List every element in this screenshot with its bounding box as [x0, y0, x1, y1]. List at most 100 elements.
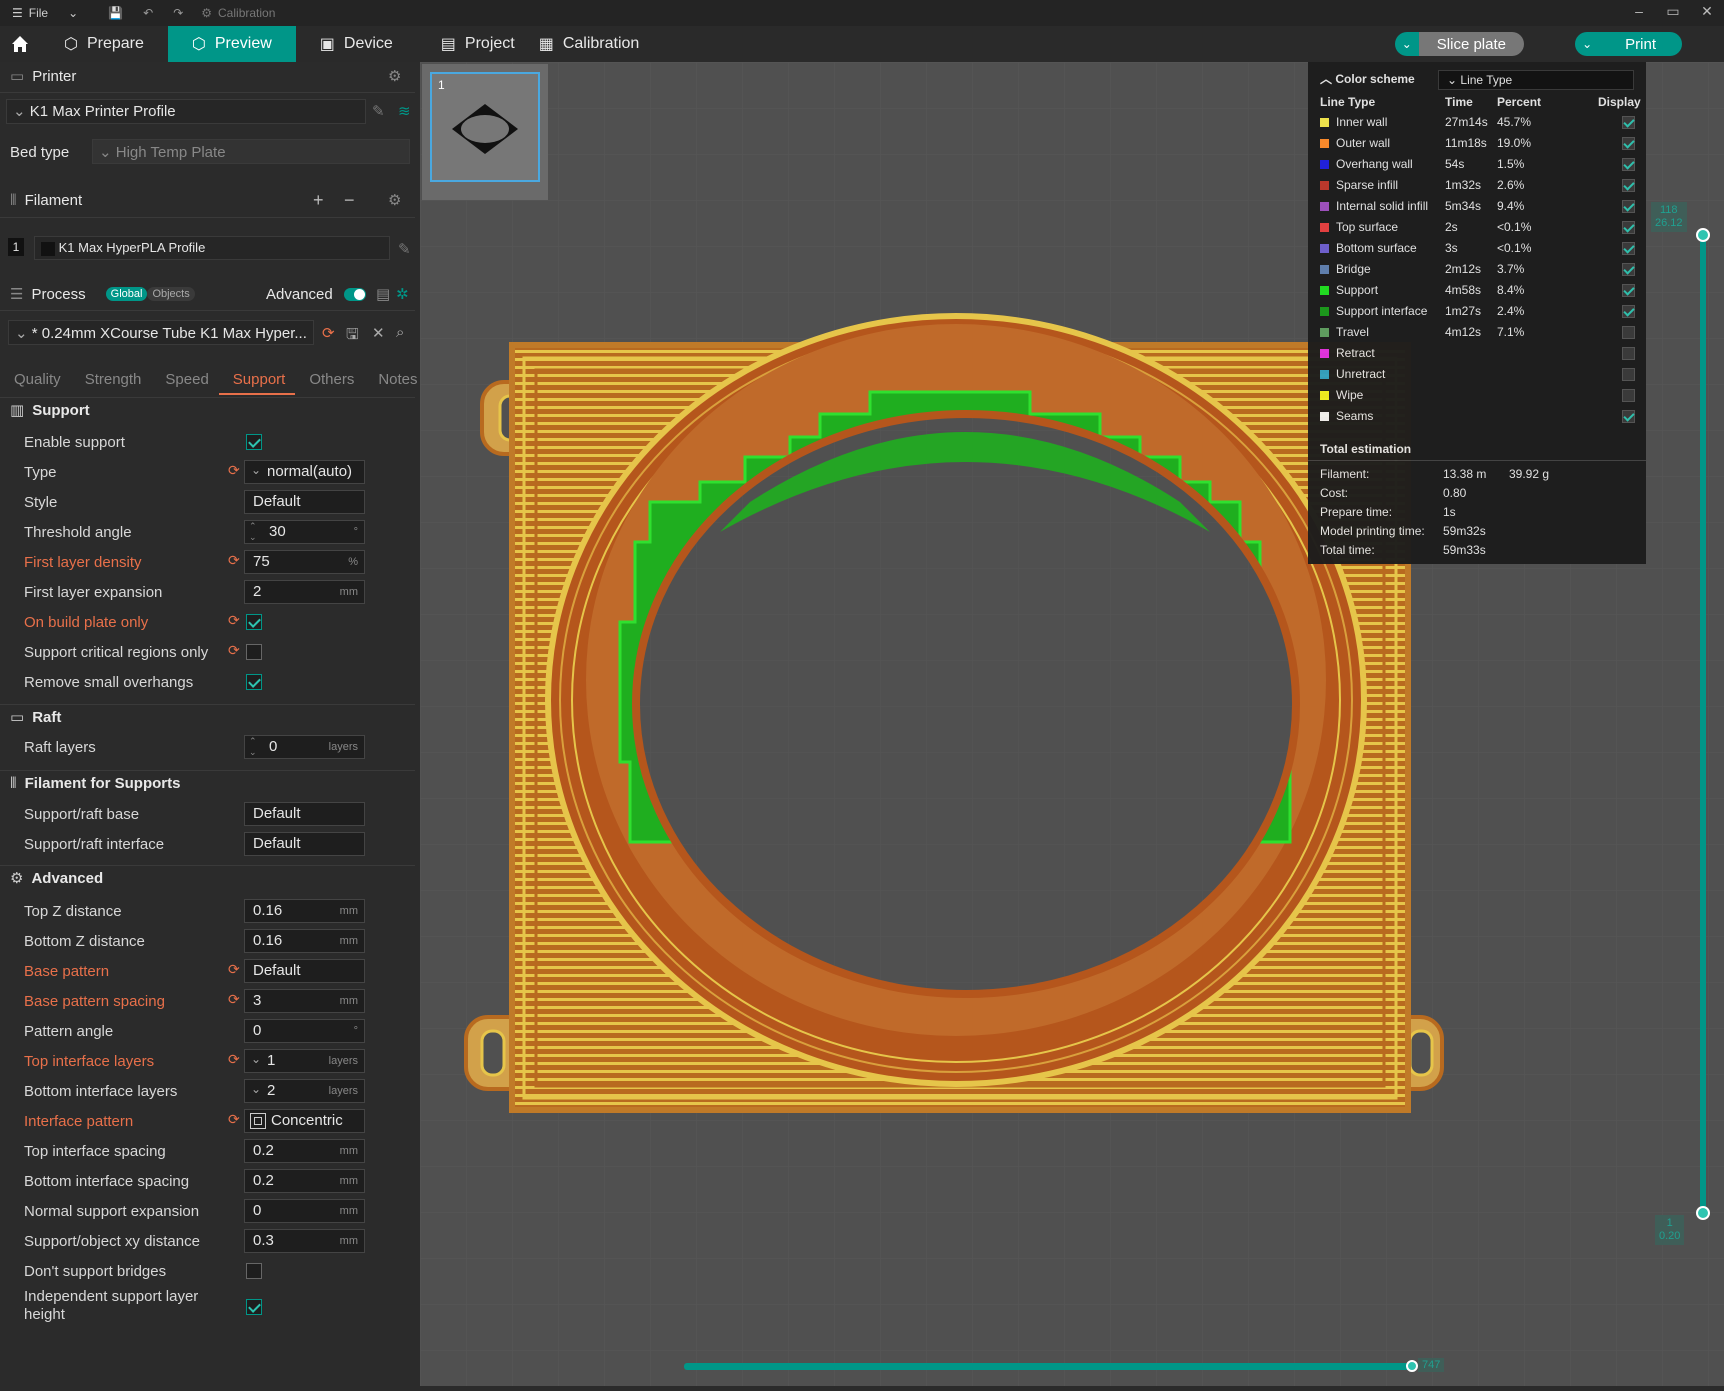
- add-filament-button[interactable]: +: [313, 190, 324, 211]
- wifi-icon[interactable]: ≋: [398, 102, 411, 120]
- slice-plate-button[interactable]: Slice plate: [1418, 32, 1524, 56]
- advanced-toggle[interactable]: [344, 288, 366, 301]
- threshold-angle-input[interactable]: ⌃ ⌄ 30 °: [244, 520, 365, 544]
- compare-icon[interactable]: ▤: [376, 285, 390, 303]
- display-checkbox[interactable]: [1622, 200, 1635, 213]
- xy-distance-input[interactable]: 0.3 mm: [244, 1229, 365, 1253]
- style-select[interactable]: Default: [244, 490, 365, 514]
- display-checkbox[interactable]: [1622, 347, 1635, 360]
- reset-icon[interactable]: ⟳: [228, 1111, 240, 1128]
- print-dropdown-arrow[interactable]: ⌄: [1575, 32, 1600, 56]
- tab-project[interactable]: ▤ Project: [417, 26, 539, 62]
- independent-layer-height-checkbox[interactable]: [246, 1299, 262, 1315]
- bed-type-select[interactable]: ⌄ High Temp Plate: [92, 139, 410, 164]
- display-checkbox[interactable]: [1622, 326, 1635, 339]
- reset-icon[interactable]: ⟳: [228, 1051, 240, 1068]
- file-menu[interactable]: ☰ File ⌄: [12, 6, 78, 20]
- display-checkbox[interactable]: [1622, 305, 1635, 318]
- undo-icon[interactable]: ↶: [143, 6, 153, 20]
- tab-prepare[interactable]: ⬡ Prepare: [40, 26, 168, 62]
- reset-icon[interactable]: ⟳: [228, 552, 240, 569]
- move-slider-handle[interactable]: [1406, 1360, 1418, 1372]
- reset-icon[interactable]: ⟳: [228, 642, 240, 659]
- reset-icon[interactable]: ⟳: [322, 324, 335, 342]
- color-scheme-select[interactable]: ⌄ Line Type: [1438, 70, 1634, 90]
- maximize-button[interactable]: ▭: [1656, 0, 1690, 26]
- display-checkbox[interactable]: [1622, 410, 1635, 423]
- tab-preview[interactable]: ⬡ Preview: [167, 26, 296, 62]
- enable-support-checkbox[interactable]: [246, 434, 262, 450]
- slice-dropdown-arrow[interactable]: ⌄: [1394, 32, 1419, 56]
- filament-profile-combo[interactable]: K1 Max HyperPLA Profile: [34, 236, 390, 260]
- legend-header[interactable]: ︿ Color scheme: [1320, 70, 1415, 87]
- base-pattern-spacing-input[interactable]: 3 mm: [244, 989, 365, 1013]
- search-icon[interactable]: ⌕: [396, 324, 404, 341]
- layer-slider[interactable]: [1700, 230, 1706, 1215]
- layer-slider-top-handle[interactable]: [1696, 228, 1710, 242]
- support-base-select[interactable]: Default: [244, 802, 365, 826]
- on-build-plate-checkbox[interactable]: [246, 614, 262, 630]
- minimize-button[interactable]: –: [1622, 0, 1656, 26]
- process-profile-combo[interactable]: ⌄ * 0.24mm XCourse Tube K1 Max Hyper...: [8, 320, 314, 345]
- reset-icon[interactable]: ⟳: [228, 991, 240, 1008]
- type-select[interactable]: ⌄ normal(auto): [244, 460, 365, 484]
- edit-icon[interactable]: ✎: [372, 102, 385, 120]
- home-button[interactable]: [0, 26, 40, 62]
- move-slider[interactable]: [684, 1360, 1418, 1372]
- display-checkbox[interactable]: [1622, 368, 1635, 381]
- bottom-z-distance-input[interactable]: 0.16 mm: [244, 929, 365, 953]
- display-checkbox[interactable]: [1622, 158, 1635, 171]
- display-checkbox[interactable]: [1622, 179, 1635, 192]
- pattern-angle-input[interactable]: 0 °: [244, 1019, 365, 1043]
- display-checkbox[interactable]: [1622, 242, 1635, 255]
- dont-support-bridges-checkbox[interactable]: [246, 1263, 262, 1279]
- display-checkbox[interactable]: [1622, 221, 1635, 234]
- support-interface-select[interactable]: Default: [244, 832, 365, 856]
- display-checkbox[interactable]: [1622, 284, 1635, 297]
- tab-others[interactable]: Others: [295, 365, 364, 395]
- base-pattern-select[interactable]: Default: [244, 959, 365, 983]
- tab-quality[interactable]: Quality: [0, 365, 71, 395]
- reset-icon[interactable]: ⟳: [228, 961, 240, 978]
- tab-support[interactable]: Support: [218, 365, 296, 395]
- critical-only-checkbox[interactable]: [246, 644, 262, 660]
- top-interface-spacing-input[interactable]: 0.2 mm: [244, 1139, 365, 1163]
- display-checkbox[interactable]: [1622, 137, 1635, 150]
- close-window-button[interactable]: ✕: [1690, 0, 1724, 26]
- gear-icon[interactable]: ⚙: [388, 67, 401, 85]
- first-layer-expansion-input[interactable]: 2 mm: [244, 580, 365, 604]
- layer-slider-bottom-handle[interactable]: [1696, 1206, 1710, 1220]
- close-icon[interactable]: ✕: [372, 324, 385, 342]
- top-z-distance-input[interactable]: 0.16 mm: [244, 899, 365, 923]
- save-icon[interactable]: 💾: [108, 6, 123, 20]
- reset-icon[interactable]: ⟳: [228, 462, 240, 479]
- interface-pattern-select[interactable]: Concentric: [244, 1109, 365, 1133]
- bottom-interface-layers-select[interactable]: ⌄ 2 layers: [244, 1079, 365, 1103]
- tab-device[interactable]: ▣ Device: [296, 26, 417, 62]
- raft-layers-input[interactable]: ⌃ ⌄ 0 layers: [244, 735, 365, 759]
- tab-speed[interactable]: Speed: [151, 365, 218, 395]
- reset-icon[interactable]: ⟳: [228, 612, 240, 629]
- display-checkbox[interactable]: [1622, 389, 1635, 402]
- edit-icon[interactable]: ✎: [398, 240, 411, 258]
- tab-calibration[interactable]: ▦ Calibration: [539, 26, 664, 62]
- display-checkbox[interactable]: [1622, 263, 1635, 276]
- global-toggle[interactable]: Global: [105, 287, 148, 301]
- printer-profile-combo[interactable]: ⌄ K1 Max Printer Profile: [6, 99, 366, 124]
- normal-support-expansion-input[interactable]: 0 mm: [244, 1199, 365, 1223]
- redo-icon[interactable]: ↷: [173, 6, 183, 20]
- tab-strength[interactable]: Strength: [71, 365, 152, 395]
- plate-thumbnail[interactable]: 1: [422, 64, 548, 200]
- print-button[interactable]: Print: [1599, 32, 1682, 56]
- display-checkbox[interactable]: [1622, 116, 1635, 129]
- objects-toggle[interactable]: Objects: [147, 287, 195, 301]
- tab-notes[interactable]: Notes: [364, 365, 427, 395]
- bottom-interface-spacing-input[interactable]: 0.2 mm: [244, 1169, 365, 1193]
- calibration-quick[interactable]: ⚙ Calibration: [201, 6, 275, 20]
- top-interface-layers-select[interactable]: ⌄ 1 layers: [244, 1049, 365, 1073]
- remove-filament-button[interactable]: −: [344, 190, 355, 211]
- gear-icon[interactable]: ⚙: [388, 191, 401, 209]
- save-icon[interactable]: 🖫: [346, 324, 359, 349]
- network-icon[interactable]: ✲: [396, 285, 409, 303]
- remove-small-overhangs-checkbox[interactable]: [246, 674, 262, 690]
